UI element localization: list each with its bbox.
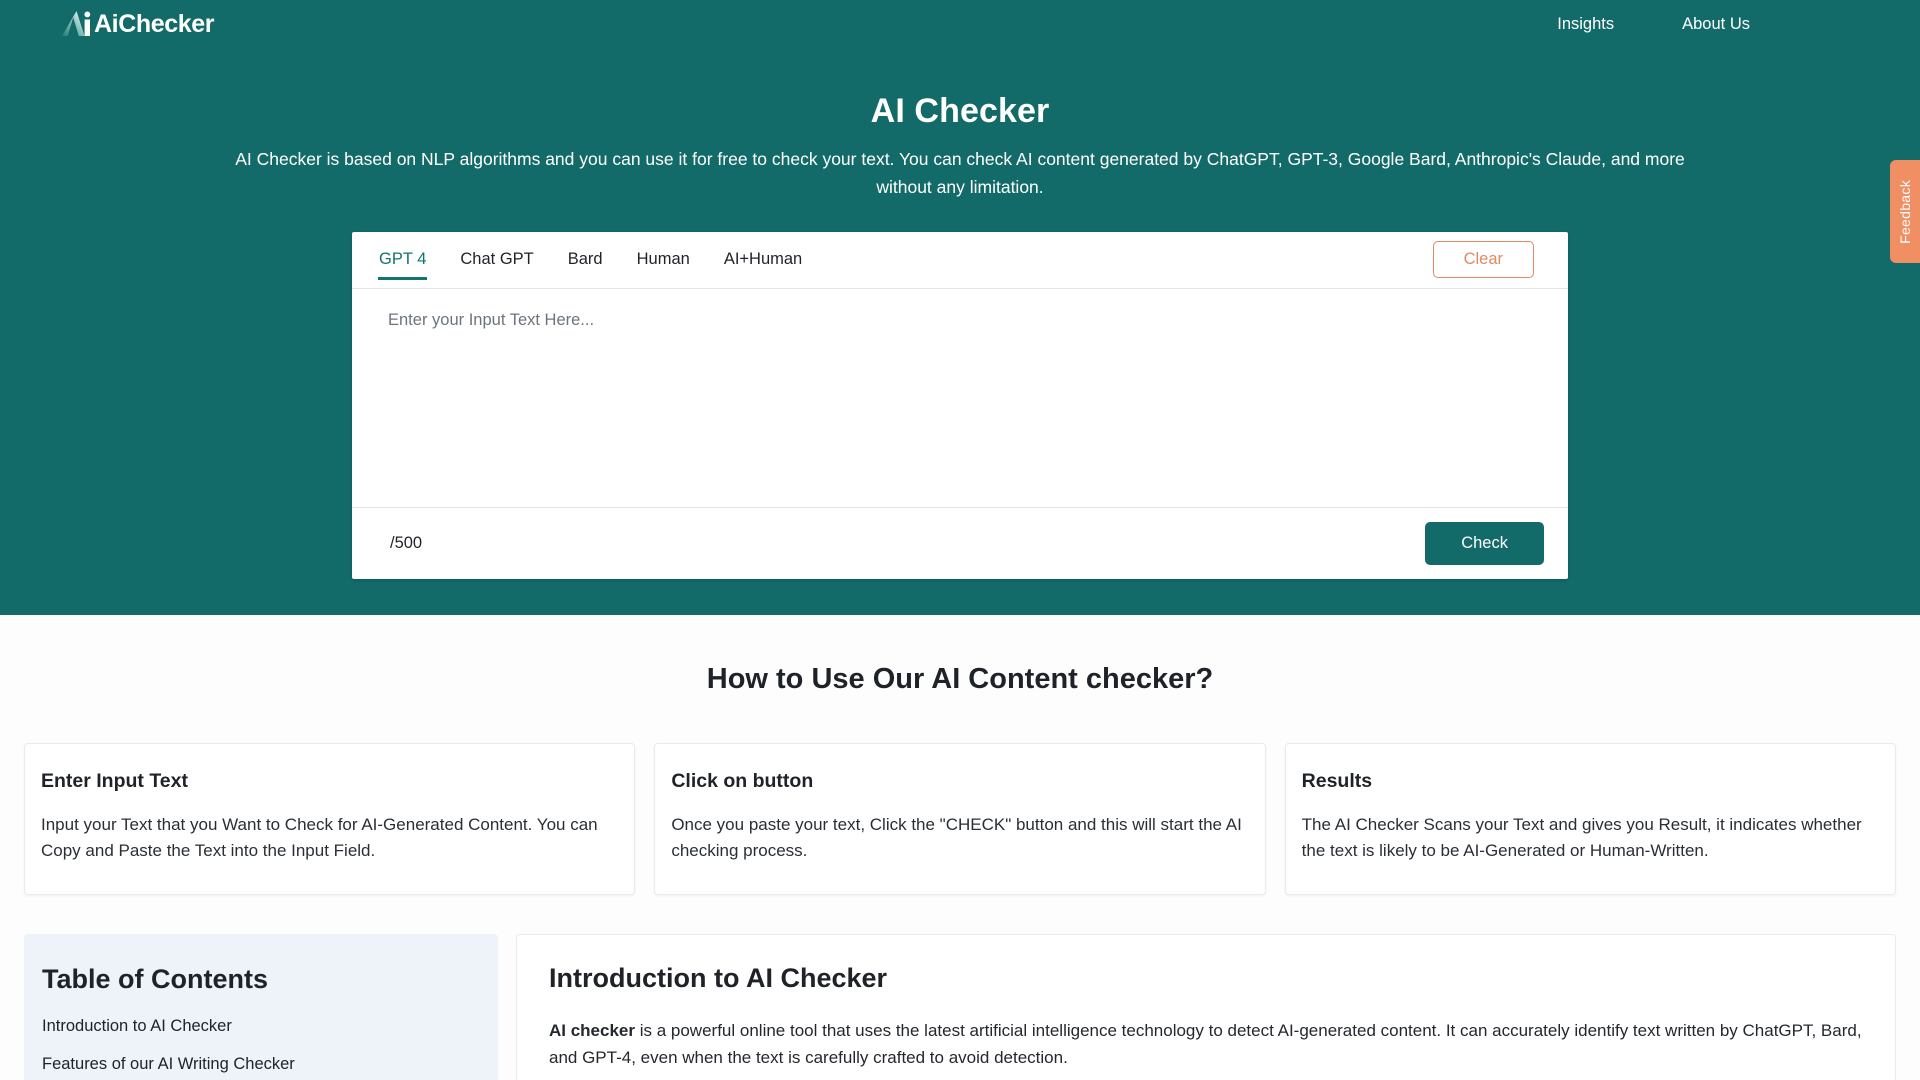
text-input-area[interactable]: Enter your Input Text Here... xyxy=(352,289,1568,507)
tab-ai-plus-human[interactable]: AI+Human xyxy=(707,232,819,288)
toc-item-features[interactable]: Features of our AI Writing Checker xyxy=(42,1055,476,1074)
hero-section: AiChecker Insights About Us AI Checker A… xyxy=(0,0,1920,615)
site-logo[interactable]: AiChecker xyxy=(62,7,214,41)
hero-subtitle: AI Checker is based on NLP algorithms an… xyxy=(235,149,1685,198)
how-to-card: Results The AI Checker Scans your Text a… xyxy=(1284,743,1896,895)
how-to-card: Enter Input Text Input your Text that yo… xyxy=(24,743,636,895)
feedback-label: Feedback xyxy=(1897,179,1913,244)
card-text: The AI Checker Scans your Text and gives… xyxy=(1301,815,1862,860)
how-to-use-section: How to Use Our AI Content checker? Enter… xyxy=(0,663,1920,895)
card-text: Input your Text that you Want to Check f… xyxy=(41,815,598,860)
model-tabs: GPT 4 Chat GPT Bard Human AI+Human xyxy=(362,232,819,288)
toc-list: Introduction to AI Checker Features of o… xyxy=(42,1017,476,1080)
nav-links: Insights About Us xyxy=(1557,15,1860,34)
checker-footer: /500 Check xyxy=(352,506,1568,579)
article-panel: Introduction to AI Checker AI checker is… xyxy=(516,933,1896,1080)
article-lead-rest: is a powerful online tool that uses the … xyxy=(549,1020,1862,1067)
check-button[interactable]: Check xyxy=(1425,521,1544,565)
card-title: Enter Input Text xyxy=(41,770,188,792)
nav-item-insights[interactable]: Insights xyxy=(1557,15,1614,34)
how-to-use-cards: Enter Input Text Input your Text that yo… xyxy=(0,743,1920,895)
tab-human[interactable]: Human xyxy=(620,232,707,288)
nav-item-about-us[interactable]: About Us xyxy=(1682,15,1750,34)
tab-bard[interactable]: Bard xyxy=(551,232,620,288)
card-text: Once you paste your text, Click the "CHE… xyxy=(671,815,1242,860)
tab-gpt-4[interactable]: GPT 4 xyxy=(362,232,443,288)
logo-text: AiChecker xyxy=(94,9,215,38)
content-section: Table of Contents Introduction to AI Che… xyxy=(0,933,1920,1080)
feedback-tab[interactable]: Feedback xyxy=(1890,160,1920,263)
card-title: Results xyxy=(1301,770,1373,792)
logo-mark-icon xyxy=(62,11,91,36)
toc-title: Table of Contents xyxy=(42,963,268,994)
article-paragraph-1: AI checker is a powerful online tool tha… xyxy=(549,1018,1869,1072)
text-input-placeholder: Enter your Input Text Here... xyxy=(388,310,595,329)
table-of-contents: Table of Contents Introduction to AI Che… xyxy=(24,933,498,1080)
article-title: Introduction to AI Checker xyxy=(549,962,888,993)
card-title: Click on button xyxy=(671,770,814,792)
clear-button[interactable]: Clear xyxy=(1432,241,1534,279)
character-counter: /500 xyxy=(390,533,423,552)
checker-toolbar: GPT 4 Chat GPT Bard Human AI+Human Clear xyxy=(352,232,1568,289)
toc-item-introduction[interactable]: Introduction to AI Checker xyxy=(42,1017,476,1036)
page-title: AI Checker xyxy=(870,92,1050,130)
top-navigation-bar: AiChecker Insights About Us xyxy=(0,0,1920,48)
how-to-card: Click on button Once you paste your text… xyxy=(654,743,1266,895)
article-lead-bold: AI checker xyxy=(549,1020,635,1040)
tab-chat-gpt[interactable]: Chat GPT xyxy=(443,232,550,288)
how-to-use-title: How to Use Our AI Content checker? xyxy=(706,663,1214,695)
ai-checker-card: GPT 4 Chat GPT Bard Human AI+Human Clear… xyxy=(352,231,1568,579)
